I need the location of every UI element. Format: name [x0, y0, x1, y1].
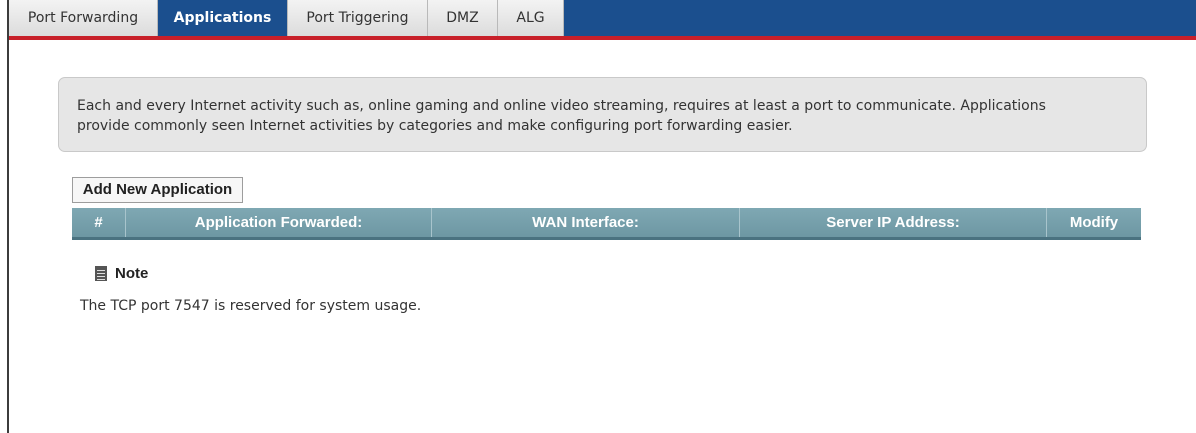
applications-table-header: # Application Forwarded: WAN Interface: …: [72, 208, 1141, 240]
column-header-number: #: [72, 208, 126, 237]
tab-port-triggering[interactable]: Port Triggering: [288, 0, 428, 36]
tab-port-forwarding[interactable]: Port Forwarding: [9, 0, 158, 36]
tab-applications[interactable]: Applications: [158, 0, 288, 36]
note-text: The TCP port 7547 is reserved for system…: [80, 298, 422, 314]
column-header-wan-interface: WAN Interface:: [432, 208, 740, 237]
left-border: [7, 0, 9, 433]
note-heading: Note: [95, 265, 148, 282]
tab-dmz[interactable]: DMZ: [428, 0, 498, 36]
info-text-line-1: Each and every Internet activity such as…: [77, 98, 1046, 114]
info-box: Each and every Internet activity such as…: [58, 77, 1147, 152]
column-header-modify: Modify: [1069, 214, 1119, 231]
add-new-application-button[interactable]: Add New Application: [72, 177, 243, 203]
applications-page: Port Forwarding Applications Port Trigge…: [0, 0, 1196, 433]
tab-alg[interactable]: ALG: [498, 0, 564, 36]
column-header-server-ip-address: Server IP Address:: [740, 208, 1047, 237]
note-document-icon: [95, 266, 107, 281]
tab-bar: Port Forwarding Applications Port Trigge…: [9, 0, 1196, 40]
info-text-line-2: provide commonly seen Internet activitie…: [77, 118, 793, 134]
column-header-application-forwarded: Application Forwarded:: [126, 208, 432, 237]
note-title-label: Note: [115, 265, 149, 282]
